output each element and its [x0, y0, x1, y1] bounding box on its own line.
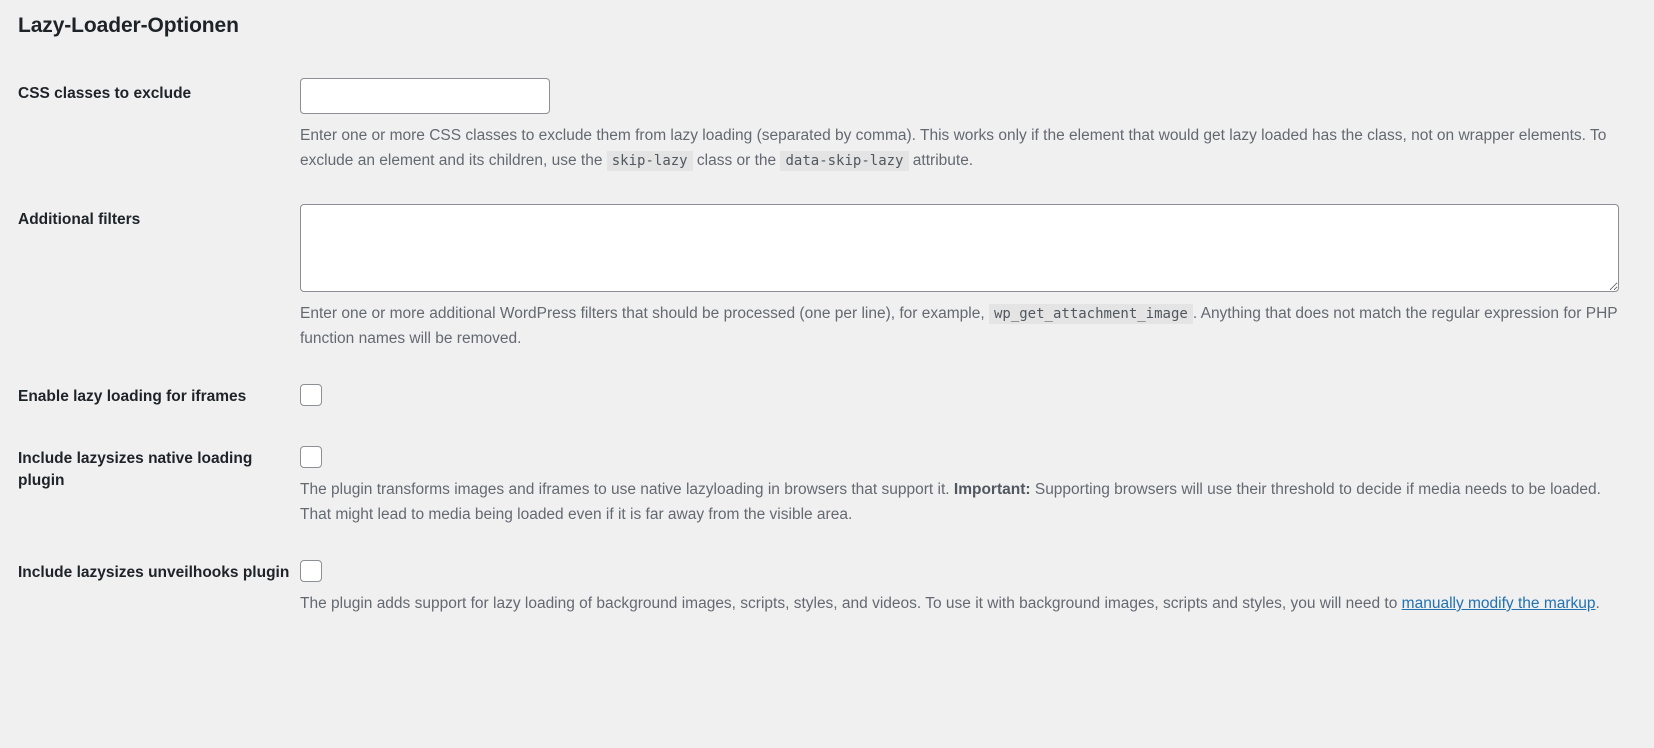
label-text: Include lazysizes native loading plugin — [18, 450, 252, 489]
label-text: CSS classes to exclude — [18, 85, 191, 102]
label-native-loading-plugin: Include lazysizes native loading plugin — [0, 428, 300, 542]
label-css-classes-to-exclude: CSS classes to exclude — [0, 63, 300, 188]
label-text: Enable lazy loading for iframes — [18, 388, 246, 405]
native-loading-checkbox[interactable] — [300, 446, 322, 468]
field-enable-iframes — [300, 366, 1654, 428]
label-additional-filters: Additional filters — [0, 189, 300, 366]
code-skip-lazy: skip-lazy — [607, 151, 693, 171]
field-unveilhooks-plugin: The plugin adds support for lazy loading… — [300, 542, 1654, 631]
css-classes-description: Enter one or more CSS classes to exclude… — [300, 123, 1620, 173]
row-additional-filters: Additional filters Enter one or more add… — [0, 189, 1654, 366]
field-native-loading-plugin: The plugin transforms images and iframes… — [300, 428, 1654, 542]
description-emphasis: Important: — [954, 481, 1031, 498]
description-text-part-3: attribute. — [909, 152, 974, 169]
row-css-classes-to-exclude: CSS classes to exclude Enter one or more… — [0, 63, 1654, 188]
description-text-part-2: . — [1596, 595, 1600, 612]
settings-form-table: CSS classes to exclude Enter one or more… — [0, 63, 1654, 631]
label-enable-iframes: Enable lazy loading for iframes — [0, 366, 300, 428]
row-enable-iframes: Enable lazy loading for iframes — [0, 366, 1654, 428]
row-native-loading-plugin: Include lazysizes native loading plugin … — [0, 428, 1654, 542]
manually-modify-markup-link[interactable]: manually modify the markup — [1402, 595, 1596, 612]
unveilhooks-checkbox[interactable] — [300, 560, 322, 582]
additional-filters-description: Enter one or more additional WordPress f… — [300, 301, 1620, 351]
description-text-part-1: The plugin adds support for lazy loading… — [300, 595, 1402, 612]
label-text: Include lazysizes unveilhooks plugin — [18, 564, 289, 581]
description-text-part-1: The plugin transforms images and iframes… — [300, 481, 954, 498]
code-data-skip-lazy: data-skip-lazy — [780, 151, 908, 171]
label-text: Additional filters — [18, 211, 140, 228]
description-text-part-2: class or the — [693, 152, 781, 169]
options-page: Lazy-Loader-Optionen CSS classes to excl… — [0, 0, 1654, 748]
additional-filters-textarea[interactable] — [300, 204, 1619, 292]
field-additional-filters: Enter one or more additional WordPress f… — [300, 189, 1654, 366]
code-wp-get-attachment-image: wp_get_attachment_image — [989, 304, 1193, 324]
row-unveilhooks-plugin: Include lazysizes unveilhooks plugin The… — [0, 542, 1654, 631]
description-text-part-1: Enter one or more additional WordPress f… — [300, 305, 989, 322]
unveilhooks-description: The plugin adds support for lazy loading… — [300, 591, 1620, 616]
field-css-classes-to-exclude: Enter one or more CSS classes to exclude… — [300, 63, 1654, 188]
native-loading-description: The plugin transforms images and iframes… — [300, 477, 1620, 527]
page-title: Lazy-Loader-Optionen — [0, 0, 1654, 39]
css-classes-input[interactable] — [300, 78, 550, 114]
enable-iframes-checkbox[interactable] — [300, 384, 322, 406]
label-unveilhooks-plugin: Include lazysizes unveilhooks plugin — [0, 542, 300, 631]
